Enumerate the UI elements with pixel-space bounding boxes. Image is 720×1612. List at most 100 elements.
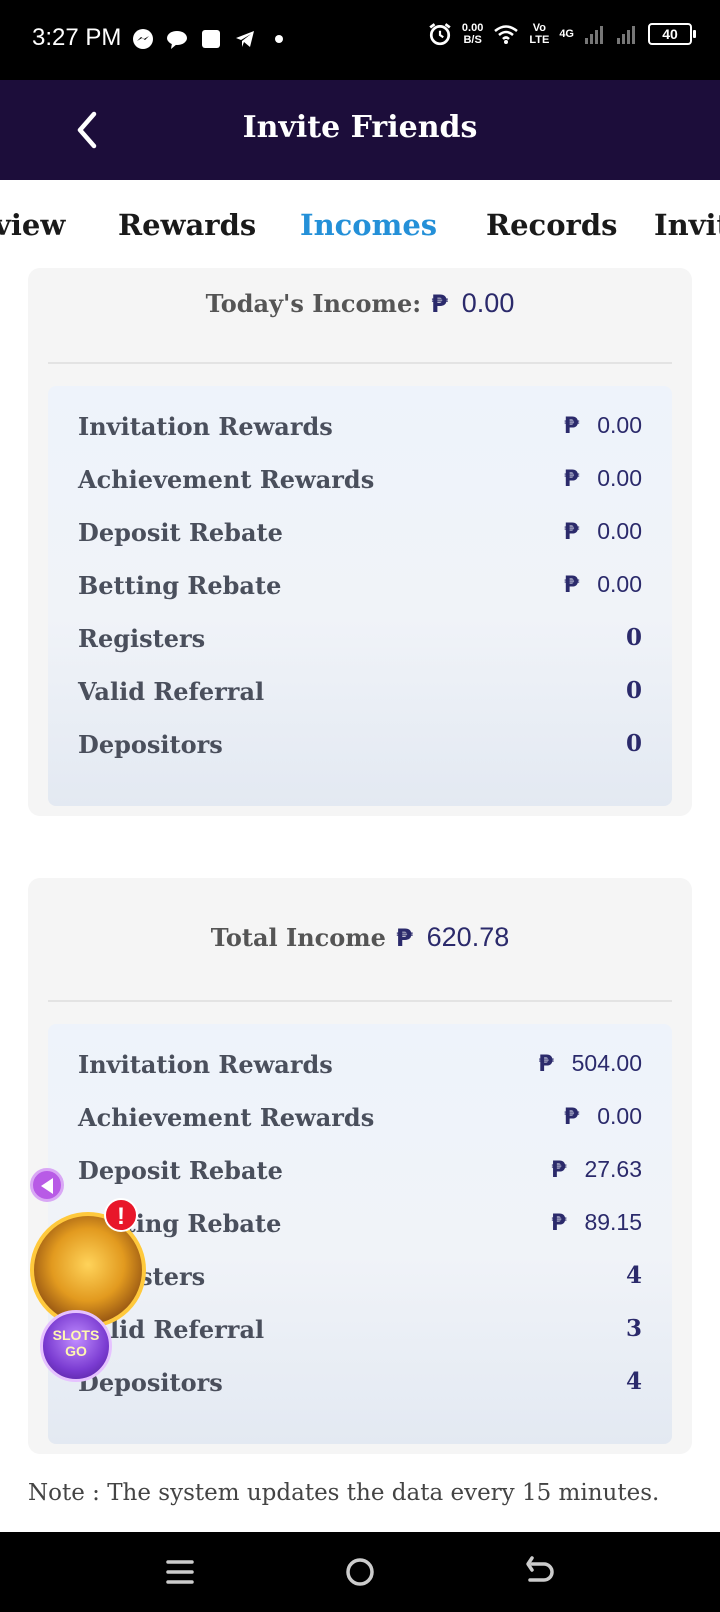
- row-label: Registers: [78, 624, 206, 653]
- row-label: Invitation Rewards: [78, 412, 333, 441]
- tab-bar: view Rewards Incomes Records Invit: [0, 180, 720, 276]
- total-row-betting-rebate: Betting Rebate ₱ 89.15: [78, 1205, 642, 1245]
- row-value: ₱ 0.00: [564, 518, 642, 545]
- divider: [48, 1000, 672, 1002]
- app-header: Invite Friends: [0, 80, 720, 180]
- today-income-card: Today's Income: ₱ 0.00 Invitation Rewards …: [28, 268, 692, 816]
- row-value: ₱ 0.00: [564, 465, 642, 492]
- total-breakdown: Invitation Rewards ₱ 504.00 Achievement R…: [48, 1024, 672, 1444]
- today-row-registers: Registers 0: [78, 620, 642, 660]
- peso-icon: ₱: [551, 1158, 567, 1183]
- row-amount: 89.15: [584, 1209, 642, 1235]
- row-value: ₱ 504.00: [538, 1050, 642, 1077]
- row-label: Valid Referral: [78, 677, 265, 706]
- home-icon[interactable]: [340, 1552, 380, 1592]
- back-icon[interactable]: [520, 1552, 560, 1592]
- today-row-depositors: Depositors 0: [78, 726, 642, 766]
- total-row-deposit-rebate: Deposit Rebate ₱ 27.63: [78, 1152, 642, 1192]
- total-row-registers: Registers 4: [78, 1258, 642, 1298]
- row-amount: 0.00: [597, 1103, 642, 1129]
- today-income-amount: 0.00: [461, 288, 515, 318]
- row-label: Deposit Rebate: [78, 1156, 283, 1185]
- total-income-card: Total Income ₱ 620.78 Invitation Rewards ₱…: [28, 878, 692, 1454]
- system-icons: 0.00 B/S Vo LTE 4G 40: [428, 22, 696, 46]
- row-amount: 0.00: [597, 518, 642, 544]
- alert-badge: !: [104, 1198, 138, 1232]
- row-count: 4: [625, 1262, 642, 1289]
- row-label: Achievement Rewards: [78, 1103, 375, 1132]
- tab-incomes[interactable]: Incomes: [300, 208, 437, 242]
- network-type: 4G: [559, 28, 574, 40]
- update-note: Note : The system updates the data every…: [28, 1480, 660, 1506]
- alarm-icon: [429, 23, 451, 46]
- row-amount: 0.00: [597, 412, 642, 438]
- tab-invite[interactable]: Invit: [654, 208, 720, 242]
- net-speed: 0.00 B/S: [462, 22, 483, 46]
- today-row-invitation-rewards: Invitation Rewards ₱ 0.00: [78, 408, 642, 448]
- signal-icon-1: [585, 26, 603, 44]
- notification-icons: [132, 28, 290, 50]
- total-row-achievement-rewards: Achievement Rewards ₱ 0.00: [78, 1099, 642, 1139]
- row-count: 0: [625, 730, 642, 757]
- today-income-heading: Today's Income: ₱ 0.00: [28, 288, 692, 319]
- row-count: 4: [625, 1368, 642, 1395]
- row-amount: 0.00: [597, 571, 642, 597]
- peso-icon: ₱: [563, 520, 580, 545]
- collapse-arrow-icon[interactable]: [30, 1168, 64, 1202]
- volte-bottom: LTE: [529, 34, 550, 46]
- today-row-achievement-rewards: Achievement Rewards ₱ 0.00: [78, 461, 642, 501]
- row-amount: 0.00: [597, 465, 642, 491]
- battery-indicator: 40: [648, 23, 696, 45]
- total-income-label: Total Income: [210, 923, 386, 952]
- today-row-valid-referral: Valid Referral 0: [78, 673, 642, 713]
- volte-top: Vo: [532, 22, 546, 34]
- telegram-icon: [236, 31, 254, 47]
- menu-icon[interactable]: [160, 1552, 200, 1592]
- square-app-icon: [202, 30, 220, 48]
- row-value: ₱ 27.63: [551, 1156, 642, 1183]
- net-speed-unit: B/S: [463, 34, 482, 46]
- status-bar: 3:27 PM 0.00 B/S Vo LTE 4G 40: [0, 0, 720, 80]
- row-value: ₱ 0.00: [564, 571, 642, 598]
- tab-records[interactable]: Records: [486, 208, 617, 242]
- today-row-deposit-rebate: Deposit Rebate ₱ 0.00: [78, 514, 642, 554]
- tab-overview[interactable]: view: [0, 208, 65, 242]
- row-count: 3: [625, 1315, 642, 1342]
- row-count: 0: [625, 677, 642, 704]
- peso-icon: ₱: [538, 1052, 554, 1077]
- total-income-amount: 620.78: [426, 922, 510, 952]
- peso-icon: ₱: [563, 467, 580, 492]
- row-value: ₱ 0.00: [564, 1103, 642, 1130]
- status-time: 3:27 PM: [32, 24, 122, 51]
- divider: [48, 362, 672, 364]
- today-breakdown: Invitation Rewards ₱ 0.00 Achievement Rew…: [48, 386, 672, 806]
- more-dot-icon: [275, 35, 283, 43]
- row-label: Deposit Rebate: [78, 518, 283, 547]
- peso-icon: ₱: [431, 290, 448, 318]
- peso-icon: ₱: [563, 573, 580, 598]
- wifi-icon: [494, 25, 519, 44]
- today-income-label: Today's Income:: [205, 289, 422, 318]
- row-label: Achievement Rewards: [78, 465, 375, 494]
- today-row-betting-rebate: Betting Rebate ₱ 0.00: [78, 567, 642, 607]
- total-row-invitation-rewards: Invitation Rewards ₱ 504.00: [78, 1046, 642, 1086]
- page-title: Invite Friends: [242, 110, 478, 145]
- peso-icon: ₱: [395, 924, 413, 952]
- total-row-depositors: Depositors 4: [78, 1364, 642, 1404]
- row-count: 0: [625, 624, 642, 651]
- system-nav-bar: [0, 1532, 720, 1612]
- signal-icon-2: [617, 26, 635, 44]
- volte-indicator: Vo LTE: [529, 22, 549, 46]
- row-label: Invitation Rewards: [78, 1050, 333, 1079]
- total-row-valid-referral: Valid Referral 3: [78, 1311, 642, 1351]
- row-label: Depositors: [78, 730, 223, 759]
- tab-rewards[interactable]: Rewards: [118, 208, 256, 242]
- slots-go-logo[interactable]: SLOTS GO: [40, 1310, 112, 1382]
- chat-bubble-icon: [167, 31, 187, 49]
- total-income-heading: Total Income ₱ 620.78: [28, 922, 692, 953]
- peso-icon: ₱: [563, 414, 580, 439]
- net-speed-value: 0.00: [461, 22, 484, 34]
- row-label: Betting Rebate: [78, 571, 282, 600]
- messenger-icon: [133, 29, 153, 49]
- peso-icon: ₱: [563, 1105, 580, 1130]
